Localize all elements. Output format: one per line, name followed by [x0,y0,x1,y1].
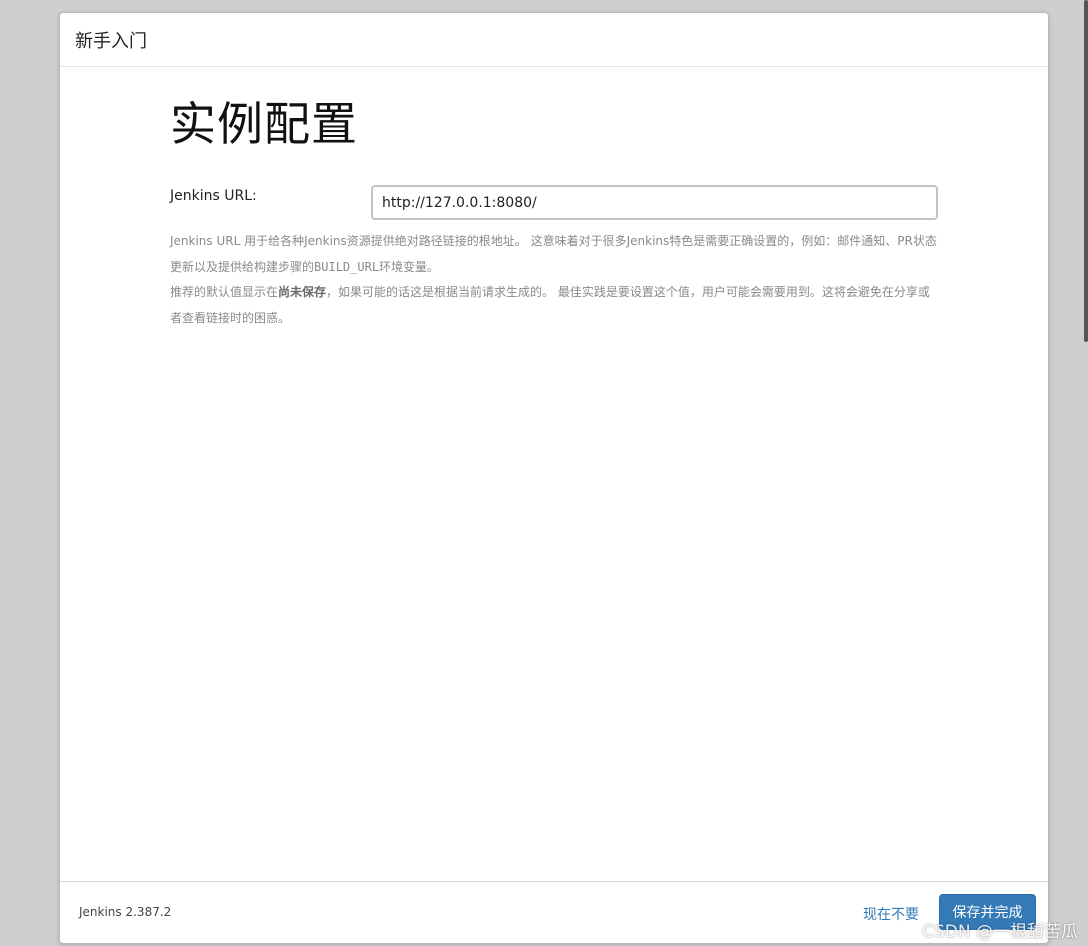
dialog-body: 实例配置 Jenkins URL: Jenkins URL 用于给各种Jenki… [170,93,938,331]
csdn-watermark: CSDN @一根甜苦瓜 [922,922,1078,942]
page-scrollbar[interactable] [1084,0,1088,342]
help-paragraph-2: 推荐的默认值显示在尚未保存，如果可能的话这是根据当前请求生成的。 最佳实践是要设… [170,285,930,325]
jenkins-url-row: Jenkins URL: [170,185,938,225]
help-paragraph-1: Jenkins URL 用于给各种Jenkins资源提供绝对路径链接的根地址。 … [170,234,937,274]
not-now-button[interactable]: 现在不要 [863,904,919,924]
jenkins-url-label: Jenkins URL: [170,188,257,204]
dialog-header: 新手入门 [60,13,1048,67]
not-saved-emphasis: 尚未保存 [278,285,327,299]
jenkins-url-help: Jenkins URL 用于给各种Jenkins资源提供绝对路径链接的根地址。 … [170,229,938,331]
page-title: 实例配置 [170,97,358,151]
build-url-code: BUILD_URL [314,259,380,274]
setup-dialog: 新手入门 实例配置 Jenkins URL: Jenkins URL 用于给各种… [59,12,1049,944]
jenkins-version: Jenkins 2.387.2 [79,905,172,919]
dialog-title: 新手入门 [75,31,147,52]
jenkins-url-input[interactable] [371,185,938,220]
dialog-footer: Jenkins 2.387.2 现在不要 保存并完成 [60,881,1048,943]
